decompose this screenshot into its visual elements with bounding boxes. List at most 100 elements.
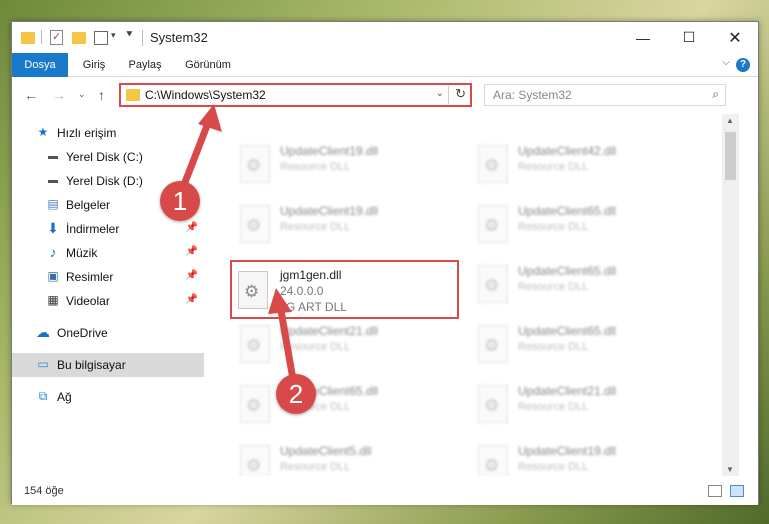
- file-item[interactable]: UpdateClient65.dll Resource DLL: [474, 259, 704, 315]
- recent-locations-icon[interactable]: ⌄: [78, 89, 86, 100]
- pin-icon[interactable]: 📌: [186, 246, 198, 257]
- file-description: Resource DLL: [518, 281, 589, 293]
- dll-file-icon: [240, 445, 270, 476]
- title-bar: ▾ ⯆ System32 — ☐ ✕: [12, 22, 758, 53]
- pin-icon[interactable]: 📌: [186, 270, 198, 281]
- file-item[interactable]: UpdateClient21.dll Resource DLL: [236, 319, 466, 375]
- pin-icon[interactable]: 📌: [186, 222, 198, 233]
- folder-icon: [126, 89, 140, 101]
- item-count: 154 öğe: [24, 485, 64, 497]
- star-icon: ★: [37, 125, 49, 139]
- dll-file-icon: [478, 205, 508, 243]
- drive-icon: ▬: [48, 151, 58, 162]
- videos-icon: ▦: [47, 293, 59, 307]
- sidebar-item-network[interactable]: ⧉ Ağ: [12, 385, 204, 409]
- new-folder-icon[interactable]: [72, 32, 86, 44]
- dll-file-icon: [478, 325, 508, 363]
- file-item[interactable]: UpdateClient65.dll Resource DLL: [474, 319, 704, 375]
- folder-icon[interactable]: [21, 32, 35, 44]
- sidebar-item-music[interactable]: ♪ Müzik 📌: [12, 241, 204, 265]
- tab-view[interactable]: Görünüm: [178, 53, 238, 77]
- refresh-icon[interactable]: ↻: [455, 86, 466, 102]
- tab-share[interactable]: Paylaş: [122, 53, 168, 77]
- layout-icon[interactable]: [94, 31, 108, 45]
- file-item[interactable]: UpdateClient42.dll Resource DLL: [474, 139, 704, 195]
- file-name: UpdateClient19.dll: [518, 444, 617, 458]
- file-item[interactable]: UpdateClient19.dll Resource DLL: [236, 199, 466, 255]
- highlighted-file-item[interactable]: jgm1gen.dll 24.0.0.0 JG ART DLL: [230, 260, 459, 319]
- window-title: System32: [150, 30, 208, 45]
- address-path[interactable]: C:\Windows\System32: [145, 88, 266, 102]
- file-name: UpdateClient21.dll: [280, 324, 379, 338]
- navigation-bar: ← → ⌄ ↑ C:\Windows\System32 ⌄ ↻ Ara: Sys…: [12, 78, 758, 114]
- chevron-down-icon[interactable]: ⌄: [436, 88, 444, 99]
- sidebar-item-this-pc[interactable]: ▭ Bu bilgisayar: [12, 353, 204, 377]
- properties-icon[interactable]: [50, 30, 63, 45]
- search-placeholder: Ara: System32: [493, 88, 572, 102]
- sidebar-item-label: Resimler: [66, 270, 114, 284]
- sidebar-item-label: Ağ: [57, 390, 72, 404]
- file-version: 24.0.0.0: [280, 284, 324, 298]
- search-icon[interactable]: ⌕: [712, 87, 719, 102]
- file-item[interactable]: UpdateClient19.dll Resource DLL: [236, 139, 466, 195]
- maximize-button[interactable]: ☐: [666, 22, 712, 53]
- maximize-icon: ☐: [682, 29, 696, 45]
- file-item[interactable]: UpdateClient65.dll Resource DLL: [474, 199, 704, 255]
- close-button[interactable]: ✕: [712, 22, 758, 53]
- customize-toolbar-icon[interactable]: ⯆: [125, 29, 134, 47]
- file-item[interactable]: UpdateClient19.dll Resource DLL: [474, 439, 704, 476]
- details-view-icon[interactable]: [708, 485, 722, 497]
- sidebar-item-label: Yerel Disk (D:): [66, 174, 143, 188]
- dll-file-icon: [240, 325, 270, 363]
- dll-file-icon: [478, 385, 508, 423]
- music-icon: ♪: [49, 244, 57, 260]
- chevron-down-icon[interactable]: ▾: [111, 30, 116, 48]
- sidebar-item-quick-access[interactable]: ★ Hızlı erişim: [12, 121, 204, 145]
- file-description: Resource DLL: [518, 161, 589, 173]
- up-arrow-icon[interactable]: ↑: [98, 87, 105, 103]
- search-input[interactable]: Ara: System32 ⌕: [484, 84, 726, 106]
- sidebar-item-onedrive[interactable]: ☁ OneDrive: [12, 321, 204, 345]
- sidebar-item-drive-c[interactable]: ▬ Yerel Disk (C:): [12, 145, 204, 169]
- dll-file-icon: [240, 145, 270, 183]
- file-name: UpdateClient65.dll: [518, 204, 617, 218]
- file-item[interactable]: UpdateClient21.dll Resource DLL: [474, 379, 704, 435]
- file-list[interactable]: UpdateClient19.dll Resource DLL UpdateCl…: [216, 114, 722, 476]
- tab-home[interactable]: Giriş: [74, 53, 114, 77]
- file-name: UpdateClient65.dll: [518, 324, 617, 338]
- sidebar-item-videos[interactable]: ▦ Videolar 📌: [12, 289, 204, 313]
- file-description: Resource DLL: [280, 161, 351, 173]
- pin-icon[interactable]: 📌: [186, 294, 198, 305]
- large-icons-view-icon[interactable]: [730, 485, 744, 497]
- sidebar-item-label: Videolar: [66, 294, 110, 308]
- file-name: jgm1gen.dll: [280, 268, 342, 282]
- file-description: Resource DLL: [280, 461, 351, 473]
- help-icon[interactable]: ?: [736, 58, 750, 72]
- vertical-scrollbar[interactable]: ▲ ▼: [722, 114, 739, 476]
- tab-file[interactable]: Dosya: [12, 53, 68, 77]
- ribbon-expand-icon[interactable]: ⌵: [722, 57, 730, 68]
- sidebar-item-label: Müzik: [66, 246, 98, 260]
- address-divider: [448, 86, 449, 104]
- file-description: Resource DLL: [280, 341, 351, 353]
- sidebar-item-pictures[interactable]: ▣ Resimler 📌: [12, 265, 204, 289]
- forward-arrow-icon[interactable]: →: [52, 87, 66, 103]
- sidebar-item-label: Bu bilgisayar: [57, 358, 126, 372]
- file-description: JG ART DLL: [280, 300, 347, 314]
- dll-file-icon: [238, 271, 268, 309]
- minimize-button[interactable]: —: [620, 22, 666, 53]
- annotation-badge-1: 1: [160, 181, 200, 221]
- scroll-down-icon[interactable]: ▼: [726, 465, 734, 474]
- file-item[interactable]: UpdateClient65.dll Resource DLL: [236, 379, 466, 435]
- network-icon: ⧉: [38, 389, 48, 403]
- sidebar-item-label: Yerel Disk (C:): [66, 150, 143, 164]
- back-arrow-icon[interactable]: ←: [24, 87, 38, 103]
- scroll-thumb[interactable]: [725, 132, 736, 180]
- file-name: UpdateClient19.dll: [280, 144, 379, 158]
- dll-file-icon: [240, 205, 270, 243]
- file-item[interactable]: UpdateClient5.dll Resource DLL: [236, 439, 466, 476]
- scroll-up-icon[interactable]: ▲: [726, 116, 734, 125]
- dll-file-icon: [478, 145, 508, 183]
- address-bar[interactable]: C:\Windows\System32 ⌄ ↻: [119, 83, 472, 107]
- computer-icon: ▭: [37, 357, 49, 371]
